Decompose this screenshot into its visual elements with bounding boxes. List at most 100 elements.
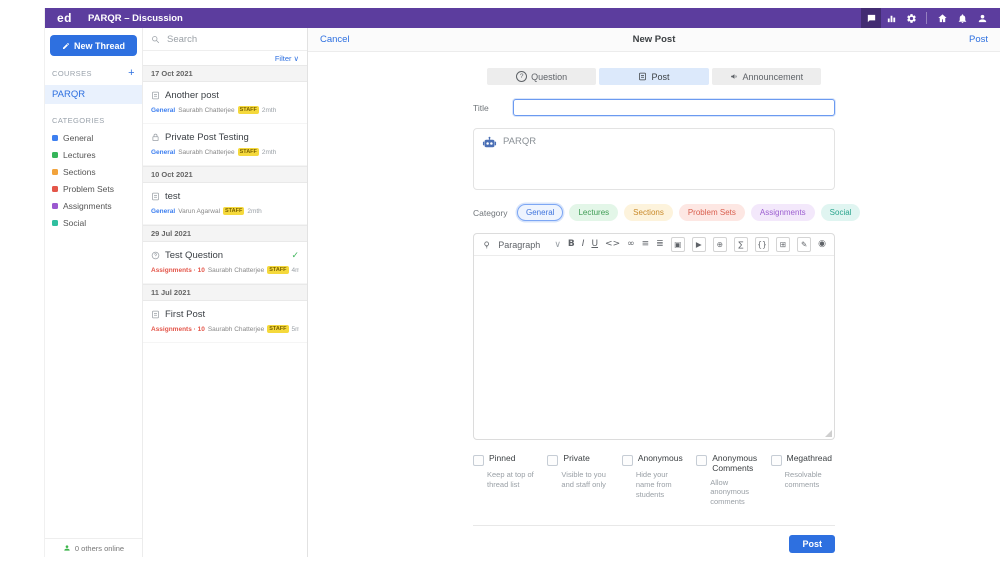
sidebar-item-sections[interactable]: Sections xyxy=(52,163,135,180)
cancel-button[interactable]: Cancel xyxy=(320,34,350,45)
post-submit-button[interactable]: Post xyxy=(789,534,835,553)
anonymous-checkbox[interactable] xyxy=(621,455,633,466)
sidebar-item-social[interactable]: Social xyxy=(52,214,135,231)
category-pill-problem-sets[interactable]: Problem Sets xyxy=(678,204,745,221)
sidebar-item-general[interactable]: General xyxy=(52,129,135,146)
table-icon[interactable]: ⊞ xyxy=(776,237,791,252)
option-megathread: Megathread Resolvable comments xyxy=(770,453,835,507)
bold-icon[interactable]: B xyxy=(568,240,575,249)
thread-category: General xyxy=(151,207,176,215)
underline-icon[interactable]: U xyxy=(591,240,598,249)
sidebar-item-parqr-course[interactable]: PARQR xyxy=(45,85,142,104)
screenshot-canvas: ed PARQR – Discussion New Thread COURSES… xyxy=(0,0,1000,563)
thread-time: 5mth xyxy=(291,325,299,333)
option-description: Allow anonymous comments xyxy=(710,477,749,507)
ed-logo[interactable]: ed xyxy=(57,11,72,25)
post-doc-icon xyxy=(639,72,647,81)
settings-gear-icon[interactable] xyxy=(901,8,921,28)
tab-label: Post xyxy=(651,71,670,82)
home-icon[interactable] xyxy=(932,8,952,28)
category-label: Social xyxy=(63,217,87,228)
category-pill-social[interactable]: Social xyxy=(820,204,861,221)
category-pill-general[interactable]: General xyxy=(517,204,564,221)
option-anonymous: Anonymous Hide your name from students xyxy=(621,453,686,507)
app-title: PARQR – Discussion xyxy=(88,12,183,24)
megathread-checkbox[interactable] xyxy=(770,455,782,466)
thread-category: General xyxy=(151,148,176,156)
sidebar-item-assignments[interactable]: Assignments xyxy=(52,197,135,214)
title-field-label: Title xyxy=(473,102,489,113)
numbered-list-icon[interactable]: ≣ xyxy=(656,240,664,249)
thread-title: test xyxy=(165,191,181,202)
option-pinned: Pinned Keep at top of thread list xyxy=(473,453,537,507)
preview-eye-icon[interactable]: ◉ xyxy=(818,240,826,249)
account-user-icon[interactable] xyxy=(972,8,992,28)
list-item-test[interactable]: test General Varun Agarwal STAFF 2mth xyxy=(143,183,307,225)
list-item-test-question[interactable]: Test Question ✓ Assignments · 10 Saurabh… xyxy=(143,242,307,284)
megaphone-icon xyxy=(730,74,737,79)
lectures-color-dot xyxy=(52,151,58,158)
online-status: 0 others online xyxy=(45,538,142,557)
category-field-label: Category xyxy=(473,207,508,218)
parqr-robot-icon xyxy=(482,136,497,148)
italic-icon[interactable]: I xyxy=(582,240,585,249)
thread-title: First Post xyxy=(165,309,206,320)
category-pill-sections[interactable]: Sections xyxy=(624,204,673,221)
title-input[interactable] xyxy=(513,99,835,116)
link-icon[interactable]: ∞ xyxy=(627,240,635,249)
editor-content-area[interactable] xyxy=(474,256,834,439)
discussion-icon[interactable] xyxy=(861,8,881,28)
anonymous-comments-checkbox[interactable] xyxy=(696,455,708,466)
question-icon xyxy=(151,251,160,260)
question-circle-icon: ? xyxy=(516,71,528,82)
private-checkbox[interactable] xyxy=(547,455,559,466)
tab-question[interactable]: ? Question xyxy=(487,68,597,85)
image-icon[interactable]: ▣ xyxy=(670,237,685,252)
category-selector: Category General Lectures Sections Probl… xyxy=(473,204,861,221)
chevron-down-icon: ∨ xyxy=(293,53,300,63)
list-item-another-post[interactable]: Another post General Saurabh Chatterjee … xyxy=(143,82,307,124)
category-pill-lectures[interactable]: Lectures xyxy=(569,204,619,221)
option-label: Anonymous Comments xyxy=(712,453,758,473)
parqr-suggestions-panel: PARQR xyxy=(473,128,835,190)
thread-title: Private Post Testing xyxy=(165,132,249,143)
add-course-button[interactable]: + xyxy=(128,68,135,79)
new-thread-label: New Thread xyxy=(73,40,125,51)
list-item-first-post[interactable]: First Post Assignments · 10 Saurabh Chat… xyxy=(143,301,307,343)
inline-code-icon[interactable]: <> xyxy=(605,240,620,249)
post-submit-link[interactable]: Post xyxy=(969,34,988,45)
new-thread-button[interactable]: New Thread xyxy=(50,35,137,56)
tab-post[interactable]: Post xyxy=(599,68,709,85)
post-icon xyxy=(152,310,159,319)
sidebar-item-problem-sets[interactable]: Problem Sets xyxy=(52,180,135,197)
category-label: General xyxy=(63,132,94,143)
category-pill-assignments[interactable]: Assignments xyxy=(750,204,815,221)
video-icon[interactable]: ▶ xyxy=(691,237,706,252)
sidebar-item-lectures[interactable]: Lectures xyxy=(52,146,135,163)
filter-button[interactable]: Filter ∨ xyxy=(143,51,307,65)
lightbulb-icon[interactable] xyxy=(482,240,491,250)
option-description: Hide your name from students xyxy=(635,470,672,499)
attachment-icon[interactable]: ⊕ xyxy=(712,237,727,252)
block-format-select[interactable]: Paragraph ∨ xyxy=(498,240,561,250)
bullet-list-icon[interactable]: ≡ xyxy=(642,240,650,249)
resize-handle[interactable] xyxy=(825,430,832,437)
draw-icon[interactable]: ✎ xyxy=(797,237,812,252)
tab-announcement[interactable]: Announcement xyxy=(711,68,821,85)
thread-author: Saurabh Chatterjee xyxy=(178,106,235,114)
date-group-header: 29 Jul 2021 xyxy=(143,225,307,242)
search-input[interactable] xyxy=(165,32,299,46)
analytics-icon[interactable] xyxy=(881,8,901,28)
code-block-icon[interactable]: {} xyxy=(754,237,770,252)
pinned-checkbox[interactable] xyxy=(473,455,484,466)
notifications-bell-icon[interactable] xyxy=(952,8,972,28)
parqr-panel-label: PARQR xyxy=(503,136,537,147)
list-item-private-post-testing[interactable]: Private Post Testing General Saurabh Cha… xyxy=(143,124,307,166)
thread-author: Saurabh Chatterjee xyxy=(207,325,265,333)
topbar-actions xyxy=(861,8,992,28)
thread-time: 4mth xyxy=(291,266,299,274)
staff-badge: STAFF xyxy=(237,106,259,114)
tab-label: Announcement xyxy=(742,71,804,82)
math-icon[interactable]: ∑ xyxy=(733,237,748,252)
option-description: Resolvable comments xyxy=(784,470,822,489)
